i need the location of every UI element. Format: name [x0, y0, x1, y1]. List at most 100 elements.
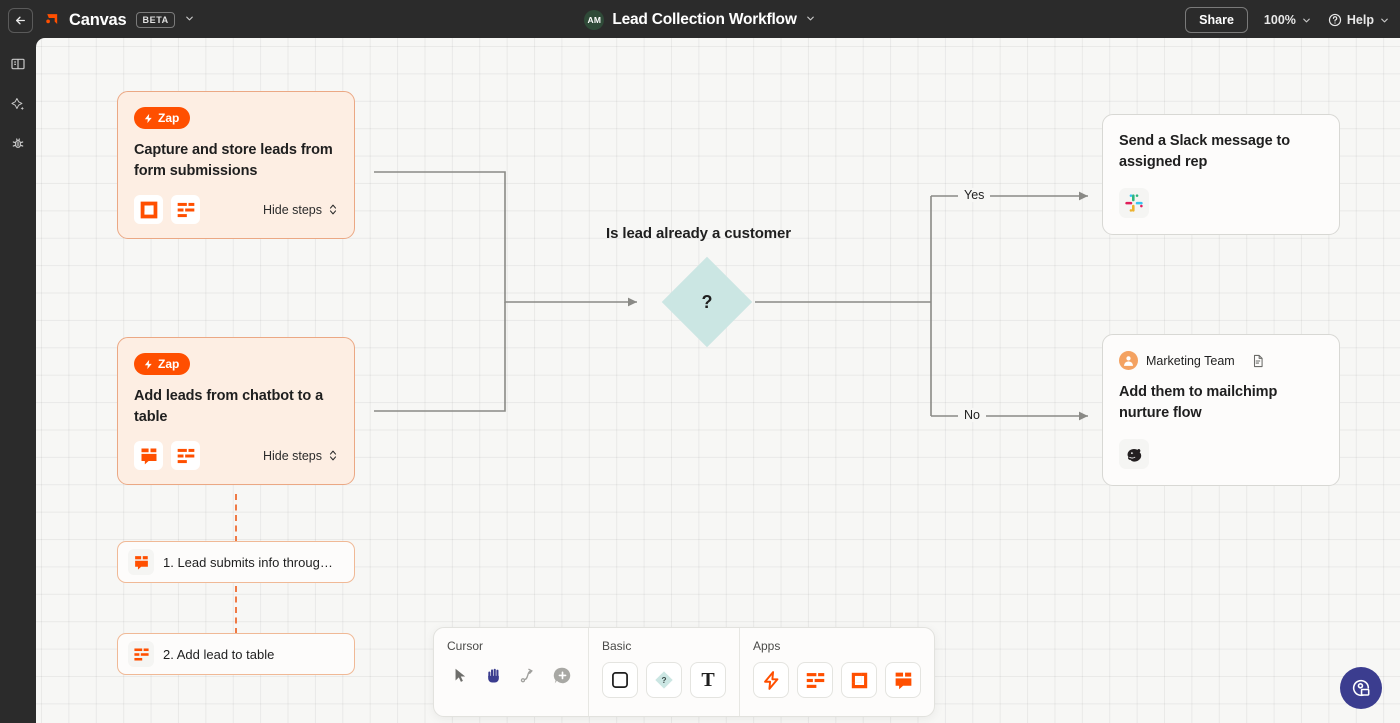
magic-sparkle-icon	[11, 98, 24, 111]
arrowhead	[1079, 411, 1088, 421]
hide-steps-toggle[interactable]: Hide steps	[263, 449, 338, 463]
connector-glyph	[520, 668, 533, 682]
zap-card-title: Capture and store leads from form submis…	[134, 142, 333, 179]
zoom-level-label: 100%	[1263, 13, 1296, 27]
canvas-logo-icon	[42, 11, 60, 29]
header-left-group: Canvas BETA	[0, 7, 195, 33]
text-tool-icon[interactable]: T	[690, 662, 726, 698]
step-dashed-connector	[235, 494, 237, 542]
tables-icon	[128, 641, 154, 667]
action-card-footer	[1119, 439, 1323, 470]
chatbot-glyph	[141, 448, 156, 464]
step-label: 1. Lead submits info throug…	[163, 554, 333, 570]
mailchimp-icon	[1119, 439, 1149, 470]
hide-steps-label: Hide steps	[262, 448, 322, 463]
zap-card-chatbot-leads[interactable]: Zap Add leads from chatbot to a table Hi…	[117, 337, 355, 486]
arrowhead	[628, 297, 637, 307]
person-glyph	[1124, 356, 1133, 366]
hide-steps-toggle[interactable]: Hide steps	[263, 203, 338, 217]
tables-icon[interactable]	[797, 662, 833, 698]
app-name: Canvas	[69, 10, 127, 29]
rectangle-shape-icon[interactable]	[602, 662, 638, 698]
zap-badge-label: Zap	[158, 111, 180, 125]
document-icon[interactable]	[1251, 354, 1265, 368]
toolbar-group-label: Cursor	[447, 639, 484, 653]
workflow-canvas[interactable]: Yes No Zap Capture and store leads from …	[36, 38, 1400, 723]
mailchimp-glyph	[1127, 448, 1141, 462]
tables-glyph	[806, 672, 824, 688]
tables-glyph	[177, 202, 194, 217]
action-card-owner: Marketing Team	[1119, 351, 1323, 370]
support-chat-button[interactable]	[1340, 667, 1382, 709]
pointer-glyph	[455, 668, 465, 682]
edge-label-no: No	[958, 408, 986, 422]
zap-card-capture-leads[interactable]: Zap Capture and store leads from form su…	[117, 91, 355, 240]
action-card-title: Add them to mailchimp nurture flow	[1119, 384, 1278, 421]
zap-card-footer: Hide steps	[134, 195, 338, 225]
library-icon	[11, 58, 25, 70]
typeform-square-icon	[134, 195, 163, 225]
back-button[interactable]	[8, 7, 33, 33]
zap-card-footer: Hide steps	[134, 441, 338, 471]
tables-glyph	[177, 448, 194, 463]
connector-tool-icon[interactable]	[515, 662, 541, 688]
help-control[interactable]: Help	[1328, 13, 1390, 27]
toolbar-group-items	[447, 662, 575, 688]
bottom-toolbar: Cursor Basic ? T Apps	[433, 627, 935, 717]
zapier-arrow-icon	[45, 13, 57, 24]
typeform-square-glyph	[140, 201, 157, 218]
zoom-control[interactable]: 100%	[1264, 13, 1312, 27]
question-circle-icon	[1328, 13, 1342, 27]
decision-symbol: ?	[701, 291, 713, 312]
bolt-icon	[144, 359, 152, 369]
zap-badge: Zap	[134, 353, 191, 375]
step-card-1[interactable]: 1. Lead submits info throug…	[117, 541, 355, 583]
hand-glyph	[487, 668, 499, 683]
arrow-left-icon	[16, 16, 25, 24]
toolbar-group-apps: Apps	[739, 628, 934, 716]
support-chat-icon	[1352, 679, 1370, 697]
chatbot-icon[interactable]	[885, 662, 921, 698]
arrowhead	[1079, 191, 1088, 201]
title-chevron-down-icon[interactable]	[805, 13, 816, 27]
comment-glyph	[553, 667, 570, 683]
beta-badge: BETA	[135, 12, 175, 28]
tables-icon	[171, 441, 200, 471]
sidebar-item-library[interactable]	[7, 53, 29, 75]
chevron-updown-icon	[329, 204, 337, 215]
pointer-tool-icon[interactable]	[447, 662, 473, 688]
toolbar-group-cursor: Cursor	[434, 628, 588, 716]
edge-label-yes: Yes	[958, 188, 991, 202]
tables-glyph	[133, 647, 149, 661]
avatar[interactable]: AM	[584, 10, 605, 30]
typeform-square-glyph	[851, 672, 867, 688]
typeform-square-icon[interactable]	[841, 662, 877, 698]
debug-bug-icon	[12, 138, 24, 148]
zap-bolt-icon[interactable]	[753, 662, 789, 698]
page-title[interactable]: Lead Collection Workflow	[612, 11, 797, 29]
step-card-2[interactable]: 2. Add lead to table	[117, 633, 355, 675]
sidebar-item-ai[interactable]	[7, 93, 29, 115]
action-card-slack[interactable]: Send a Slack message to assigned rep	[1102, 114, 1340, 236]
chatbot-icon	[134, 441, 163, 471]
toolbar-group-items: ? T	[602, 662, 726, 698]
diamond-decision-icon[interactable]: ?	[646, 662, 682, 698]
hand-tool-icon[interactable]	[481, 662, 507, 688]
share-button[interactable]: Share	[1185, 7, 1248, 33]
bolt-glyph	[763, 670, 778, 690]
canvas-app: Canvas BETA AM Lead Collection Workflow …	[0, 0, 1400, 723]
app-menu-chevron-down-icon[interactable]	[184, 13, 195, 27]
slack-glyph	[1125, 194, 1143, 212]
step-dashed-connector	[235, 586, 237, 634]
toolbar-group-items	[753, 662, 921, 698]
action-card-mailchimp[interactable]: Marketing Team Add them to mailchimp nur…	[1102, 334, 1340, 487]
sidebar-item-debug[interactable]	[7, 133, 29, 155]
action-card-title: Send a Slack message to assigned rep	[1119, 133, 1290, 170]
chevron-updown-icon	[329, 450, 337, 461]
chatbot-icon	[128, 549, 154, 575]
zap-badge: Zap	[134, 107, 191, 129]
comment-tool-icon[interactable]	[549, 662, 575, 688]
chatbot-glyph	[895, 672, 911, 689]
step-label: 2. Add lead to table	[163, 646, 275, 662]
zoom-chevron-down-icon	[1303, 18, 1310, 22]
